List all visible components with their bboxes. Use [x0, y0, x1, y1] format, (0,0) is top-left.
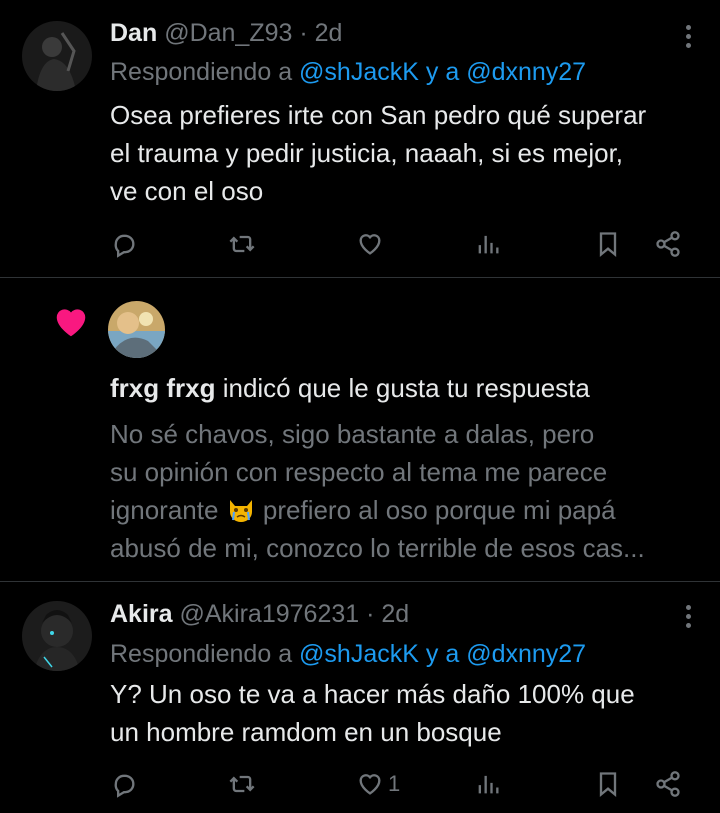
user-handle[interactable]: @Dan_Z93 [164, 19, 292, 47]
liked-text-line: su opinión con respecto al tema me parec… [110, 457, 608, 487]
reply-button[interactable] [110, 228, 138, 260]
post-text-line: Y? Un oso te va a hacer más daño 100% qu… [110, 679, 635, 709]
share-button[interactable] [654, 768, 682, 800]
bookmark-button[interactable] [594, 228, 622, 260]
liker-name[interactable]: frxg frxg [110, 373, 215, 403]
post-time[interactable]: 2d [315, 19, 343, 47]
liked-reply-text[interactable]: No sé chavos, sigo bastante a dalas, per… [110, 415, 700, 567]
separator-dot: · [299, 19, 308, 47]
action-bar [110, 228, 690, 260]
post-header: Akira @Akira1976231 · 2d [110, 599, 409, 629]
more-icon[interactable] [686, 605, 692, 632]
liked-text-fragment: ignorante [110, 495, 219, 525]
bookmark-icon [599, 772, 617, 797]
separator-dot: · [366, 600, 375, 628]
like-notification[interactable]: frxg frxg indicó que le gusta tu respues… [0, 279, 720, 582]
like-button[interactable]: 1 [356, 768, 400, 800]
views-button[interactable] [474, 768, 502, 800]
mention-link[interactable]: @dxnny27 [466, 58, 586, 86]
post-text-line: un hombre ramdom en un bosque [110, 717, 502, 747]
post-text: Osea prefieres irte con San pedro qué su… [110, 96, 700, 210]
retweet-button[interactable] [228, 228, 256, 260]
like-count: 1 [388, 771, 401, 796]
post-text: Y? Un oso te va a hacer más daño 100% qu… [110, 675, 700, 751]
liked-text-line: abusó de mi, conozco lo terrible de esos… [110, 533, 645, 563]
reply-joiner: y a [425, 58, 460, 86]
share-icon [656, 771, 680, 797]
views-icon [478, 775, 499, 794]
retweet-button[interactable] [228, 768, 256, 800]
mention-link[interactable]: @dxnny27 [466, 640, 586, 668]
liked-text-fragment: prefiero al oso porque mi papá [262, 495, 616, 525]
mention-link[interactable]: @shJackK [299, 640, 419, 668]
reply-joiner: y a [425, 640, 460, 668]
share-button[interactable] [654, 228, 682, 260]
replying-to: Respondiendo a @shJackK y a @dxnny27 [110, 639, 586, 669]
avatar-akira[interactable] [22, 601, 92, 671]
like-button[interactable] [356, 228, 388, 260]
retweet-icon [229, 235, 255, 253]
views-icon [478, 235, 499, 254]
display-name[interactable]: Akira [110, 600, 173, 628]
heart-icon [359, 234, 381, 255]
avatar-frxg[interactable] [108, 301, 165, 358]
post-text-line: ve con el oso [110, 176, 264, 206]
reply-icon [114, 774, 135, 798]
reply-prefix: Respondiendo a [110, 58, 293, 86]
heart-filled-icon [56, 309, 86, 337]
liked-text-line: No sé chavos, sigo bastante a dalas, per… [110, 419, 595, 449]
heart-icon [359, 774, 381, 795]
action-bar: 1 [110, 768, 690, 800]
mention-link[interactable]: @shJackK [299, 58, 419, 86]
more-icon[interactable] [686, 25, 692, 52]
display-name[interactable]: Dan [110, 19, 157, 47]
retweet-icon [229, 775, 255, 793]
replying-to: Respondiendo a @shJackK y a @dxnny27 [110, 57, 586, 87]
liked-text-line: ignorante prefiero al oso porque mi papá [110, 491, 700, 529]
views-button[interactable] [474, 228, 502, 260]
crying-cat-emoji [229, 500, 252, 522]
notification-action: indicó que le gusta tu respuesta [222, 373, 590, 403]
avatar-dan[interactable] [22, 21, 92, 91]
notification-title: frxg frxg indicó que le gusta tu respues… [110, 371, 590, 405]
reply-post-dan[interactable]: Dan @Dan_Z93 · 2d Respondiendo a @shJack… [0, 0, 720, 278]
post-time[interactable]: 2d [381, 600, 409, 628]
post-text-line: Osea prefieres irte con San pedro qué su… [110, 100, 647, 130]
bookmark-icon [599, 232, 617, 257]
user-handle[interactable]: @Akira1976231 [180, 600, 360, 628]
reply-button[interactable] [110, 768, 138, 800]
bookmark-button[interactable] [594, 768, 622, 800]
reply-prefix: Respondiendo a [110, 640, 293, 668]
reply-post-akira[interactable]: Akira @Akira1976231 · 2d Respondiendo a … [0, 583, 720, 813]
share-icon [656, 231, 680, 257]
post-text-line: el trauma y pedir justicia, naaah, si es… [110, 138, 624, 168]
reply-icon [114, 234, 135, 258]
post-header: Dan @Dan_Z93 · 2d [110, 18, 342, 48]
